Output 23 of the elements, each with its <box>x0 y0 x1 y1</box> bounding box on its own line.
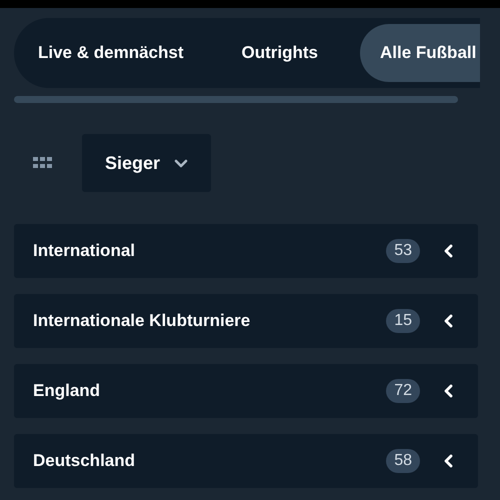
tab[interactable]: Alle Fußball <box>360 24 480 82</box>
chevron-left-icon <box>444 384 453 398</box>
chevron-left-icon <box>444 244 453 258</box>
market-dropdown[interactable]: Sieger <box>82 134 211 192</box>
category-name: Deutschland <box>33 450 136 472</box>
category-name: Internationale Klubturniere <box>33 310 252 332</box>
chevron-down-icon <box>174 158 188 168</box>
count-badge: 58 <box>386 449 420 473</box>
chevron-left-icon <box>444 314 453 328</box>
category-row[interactable]: England 72 <box>14 364 478 418</box>
category-name: England <box>33 380 102 402</box>
chevron-left-icon <box>444 454 453 468</box>
category-row[interactable]: International 53 <box>14 224 478 278</box>
tab[interactable]: Outrights <box>226 24 334 82</box>
tab[interactable]: Live & demnächst <box>22 24 200 82</box>
category-row[interactable]: Deutschland 58 <box>14 434 478 488</box>
count-badge: 53 <box>386 239 420 263</box>
count-badge: 15 <box>386 309 420 333</box>
category-row[interactable]: Internationale Klubturniere 15 <box>14 294 478 348</box>
count-badge: 72 <box>386 379 420 403</box>
category-name: International <box>33 240 136 262</box>
grid-icon[interactable] <box>33 157 53 169</box>
scrollbar[interactable] <box>14 96 458 103</box>
